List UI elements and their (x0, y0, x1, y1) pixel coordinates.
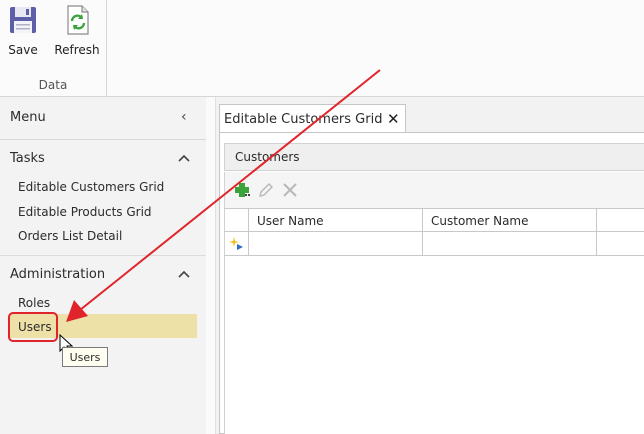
refresh-document-icon (67, 5, 89, 35)
refresh-button[interactable]: Refresh (52, 4, 102, 60)
floppy-disk-icon (10, 7, 36, 33)
grid-toolbar (224, 172, 644, 208)
refresh-label: Refresh (54, 43, 100, 57)
save-button[interactable]: Save (0, 4, 46, 60)
delete-x-icon[interactable] (281, 181, 299, 199)
add-row-icon[interactable] (233, 181, 251, 199)
grid-row-selector-header (224, 208, 249, 232)
panel-title: Customers (235, 150, 300, 164)
tab-label: Editable Customers Grid (224, 112, 383, 127)
navigation-menu: Menu ‹ Tasks Editable Customers Grid Edi… (0, 97, 207, 434)
collapse-menu-chevron-left-icon[interactable]: ‹ (181, 109, 187, 125)
customers-header: Customers (224, 143, 644, 171)
new-row-star-icon (229, 237, 243, 250)
section-divider (0, 255, 206, 256)
column-header-user-name[interactable]: User Name (249, 208, 423, 232)
new-row-filler-cell (597, 232, 644, 256)
menu-splitter[interactable] (206, 97, 216, 434)
edit-pencil-icon[interactable] (257, 181, 275, 199)
section-title-tasks[interactable]: Tasks (10, 151, 45, 166)
close-tab-icon[interactable]: ✕ (387, 110, 400, 128)
column-header-filler (597, 208, 644, 232)
chevron-up-icon[interactable] (178, 153, 190, 163)
menu-item-editable-products-grid[interactable]: Editable Products Grid (18, 205, 152, 219)
annotation-highlight-box (8, 312, 58, 342)
column-header-customer-name[interactable]: Customer Name (423, 208, 597, 232)
ribbon: Save Refresh Data (0, 0, 644, 97)
menu-item-orders-list-detail[interactable]: Orders List Detail (18, 229, 122, 243)
section-title-administration[interactable]: Administration (10, 267, 105, 282)
tooltip: Users (62, 347, 108, 367)
ribbon-group-label: Data (38, 78, 68, 92)
new-row-user-name-cell[interactable] (249, 232, 423, 256)
menu-item-editable-customers-grid[interactable]: Editable Customers Grid (18, 180, 164, 194)
save-label: Save (8, 43, 38, 57)
new-row-indicator-cell[interactable] (224, 232, 249, 256)
menu-header: Menu ‹ (0, 97, 206, 140)
column-header-label: User Name (257, 214, 324, 228)
new-row-customer-name-cell[interactable] (423, 232, 597, 256)
chevron-up-icon[interactable] (178, 269, 190, 279)
tab-editable-customers-grid[interactable]: Editable Customers Grid ✕ (219, 104, 406, 133)
column-header-label: Customer Name (431, 214, 529, 228)
menu-title: Menu (10, 110, 46, 125)
ribbon-separator (106, 0, 107, 96)
menu-item-roles[interactable]: Roles (18, 296, 50, 310)
